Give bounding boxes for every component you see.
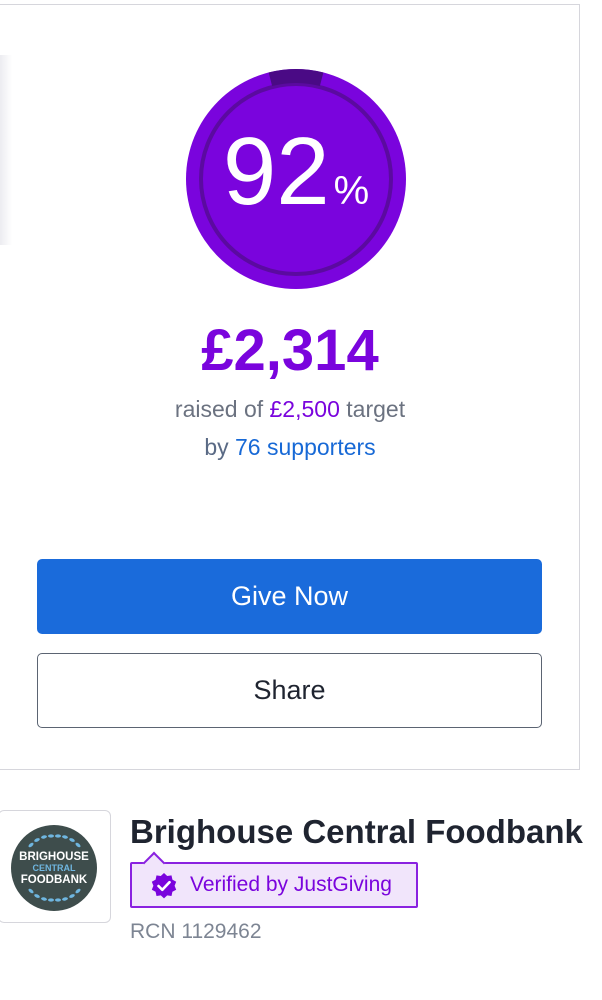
- supporters-prefix: by: [204, 434, 229, 460]
- verified-badge: Verified by JustGiving: [130, 851, 418, 908]
- raised-prefix: raised of: [174, 396, 264, 422]
- verified-check-icon: [151, 873, 177, 899]
- logo-text-line-2: CENTRAL: [33, 863, 76, 873]
- target-line: raised of £2,500 target: [0, 394, 580, 424]
- raised-amount: £2,314: [201, 318, 379, 383]
- progress-circle: 92%: [185, 68, 407, 290]
- logo-text-line-3: FOODBANK: [21, 874, 88, 886]
- wreath-logo-icon: BRIGHOUSE CENTRAL FOODBANK: [11, 825, 97, 911]
- target-amount: £2,500: [269, 396, 340, 422]
- charity-name[interactable]: Brighouse Central Foodbank: [130, 812, 583, 852]
- target-suffix: target: [346, 396, 406, 422]
- card-edge-shadow: [0, 55, 12, 245]
- verified-label: Verified by JustGiving: [190, 873, 392, 896]
- progress-remaining-arc: [268, 69, 324, 87]
- progress-percent-sign: %: [333, 169, 370, 213]
- progress-percent-value: 92: [222, 118, 330, 225]
- donation-page: 92% £2,314 raised of £2,500 target by 76…: [0, 0, 602, 1000]
- supporters-link[interactable]: 76 supporters: [235, 434, 376, 460]
- supporters-line: by 76 supporters: [0, 432, 580, 462]
- charity-registration-number: RCN 1129462: [130, 920, 262, 943]
- progress-percent-label: 92%: [185, 120, 407, 224]
- share-button[interactable]: Share: [37, 653, 542, 728]
- give-now-button[interactable]: Give Now: [37, 559, 542, 634]
- charity-logo[interactable]: BRIGHOUSE CENTRAL FOODBANK: [0, 810, 111, 923]
- badge-pointer: [142, 851, 166, 875]
- logo-text-line-1: BRIGHOUSE: [19, 851, 89, 863]
